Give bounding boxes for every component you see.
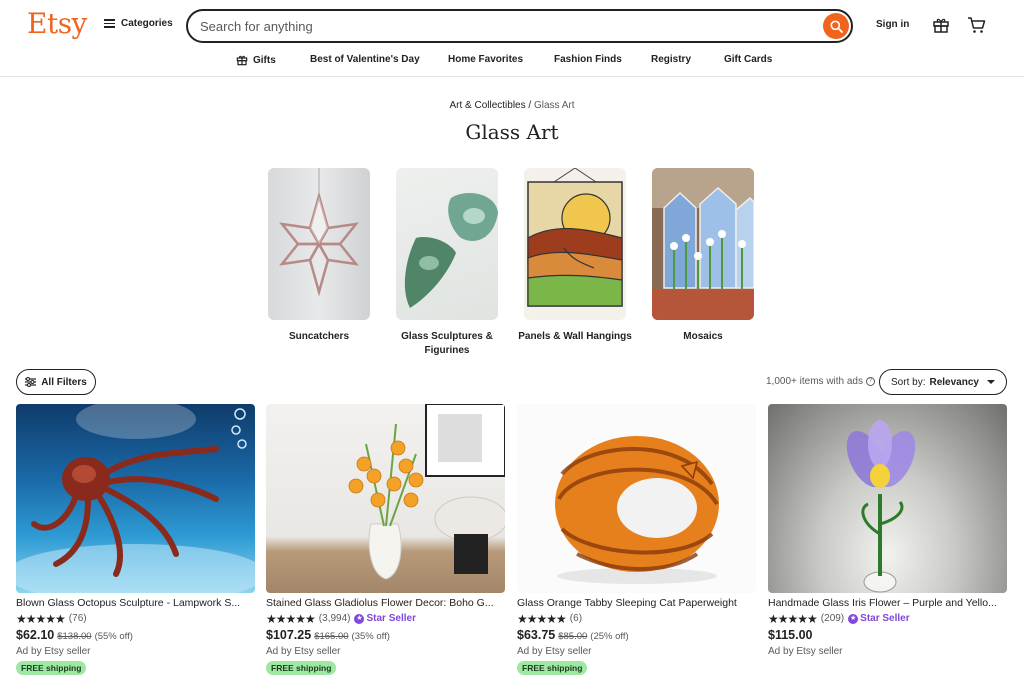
nav-gift-cards[interactable]: Gift Cards [724, 54, 772, 65]
breadcrumb: Art & Collectibles / Glass Art [0, 100, 1024, 111]
site-header: Etsy Categories Sign in [0, 0, 1024, 77]
discount: (35% off) [351, 631, 390, 642]
category-panels-wall-hangings[interactable]: Panels & Wall Hangings [518, 168, 632, 344]
categories-button[interactable]: Categories [104, 18, 173, 29]
review-count: (6) [569, 613, 583, 624]
star-rating: ★★★★★ [517, 611, 567, 626]
nav-valentines[interactable]: Best of Valentine's Day [310, 54, 420, 65]
all-filters-button[interactable]: All Filters [16, 369, 96, 395]
category-label: Mosaics [683, 331, 723, 342]
menu-icon [104, 19, 115, 28]
product-card[interactable]: Blown Glass Octopus Sculpture - Lampwork… [16, 404, 255, 676]
sale-price: $62.10 [16, 628, 55, 642]
nav-registry[interactable]: Registry [651, 54, 691, 65]
category-label: Glass Sculptures & Figurines [401, 331, 493, 356]
info-icon[interactable]: ? [866, 377, 875, 386]
discount: (25% off) [590, 631, 629, 642]
breadcrumb-current: Glass Art [533, 100, 575, 111]
original-price: $85.00 [558, 631, 588, 642]
product-title[interactable]: Handmade Glass Iris Flower – Purple and … [768, 597, 1007, 609]
category-mosaics[interactable]: Mosaics [652, 168, 754, 344]
free-shipping-badge: FREE shipping [16, 661, 87, 675]
product-card[interactable]: Stained Glass Gladiolus Flower Decor: Bo… [266, 404, 505, 676]
search-icon [830, 20, 843, 33]
price-row: $63.75 $85.00 (25% off) [517, 628, 756, 642]
review-count: (3,994) [318, 613, 351, 624]
sale-price: $107.25 [266, 628, 312, 642]
price-row: $115.00 [768, 628, 1007, 642]
product-title[interactable]: Glass Orange Tabby Sleeping Cat Paperwei… [517, 597, 756, 609]
product-title[interactable]: Blown Glass Octopus Sculpture - Lampwork… [16, 597, 255, 609]
star-seller-badge: ★ Star Seller [848, 613, 910, 624]
breadcrumb-parent[interactable]: Art & Collectibles [449, 100, 525, 111]
star-seller-icon: ★ [354, 613, 365, 624]
star-rating: ★★★★★ [266, 611, 316, 626]
category-image [524, 168, 626, 320]
rating-row: ★★★★★ (6) [517, 611, 756, 626]
rating-row: ★★★★★ (3,994) ★ Star Seller [266, 611, 505, 626]
price-row: $107.25 $165.00 (35% off) [266, 628, 505, 642]
search-button[interactable] [823, 13, 849, 39]
star-seller-icon: ★ [848, 613, 859, 624]
star-rating: ★★★★★ [768, 611, 818, 626]
category-label: Suncatchers [288, 331, 350, 342]
product-image [16, 404, 255, 593]
product-image [266, 404, 505, 593]
review-count: (76) [68, 613, 87, 624]
free-shipping-badge: FREE shipping [517, 661, 588, 675]
original-price: $138.00 [57, 631, 92, 642]
ad-label: Ad by Etsy seller [16, 646, 91, 657]
result-count: 1,000+ items with ads ? [766, 376, 875, 387]
sign-in-link[interactable]: Sign in [876, 19, 909, 30]
review-count: (209) [820, 613, 845, 624]
rating-row: ★★★★★ (209) ★ Star Seller [768, 611, 1007, 626]
product-image [768, 404, 1007, 593]
all-filters-label: All Filters [41, 376, 87, 388]
gift-icon [236, 55, 248, 66]
gift-icon[interactable] [932, 16, 950, 39]
free-shipping-badge: FREE shipping [266, 661, 337, 675]
category-image [652, 168, 754, 320]
search-input[interactable] [200, 17, 800, 35]
product-card[interactable]: Handmade Glass Iris Flower – Purple and … [768, 404, 1007, 657]
category-image [396, 168, 498, 320]
category-glass-sculptures[interactable]: Glass Sculptures & Figurines [396, 168, 498, 358]
product-image [517, 404, 756, 593]
rating-row: ★★★★★ (76) [16, 611, 255, 626]
filter-icon [25, 377, 37, 387]
sale-price: $115.00 [768, 628, 813, 642]
top-nav: Gifts Best of Valentine's Day Home Favor… [0, 52, 1024, 68]
category-image [268, 168, 370, 320]
ad-label: Ad by Etsy seller [768, 646, 843, 657]
price-row: $62.10 $138.00 (55% off) [16, 628, 255, 642]
product-card[interactable]: Glass Orange Tabby Sleeping Cat Paperwei… [517, 404, 756, 676]
product-title[interactable]: Stained Glass Gladiolus Flower Decor: Bo… [266, 597, 505, 609]
search-bar [186, 9, 853, 43]
nav-fashion-finds[interactable]: Fashion Finds [554, 54, 622, 65]
breadcrumb-separator: / [528, 100, 532, 111]
sort-prefix: Sort by: [891, 376, 926, 388]
nav-gifts[interactable]: Gifts [236, 54, 276, 66]
categories-label: Categories [121, 18, 173, 29]
star-seller-badge: ★ Star Seller [354, 613, 416, 624]
page-title: Glass Art [465, 120, 559, 144]
star-rating: ★★★★★ [16, 611, 66, 626]
category-suncatchers[interactable]: Suncatchers [268, 168, 370, 344]
sale-price: $63.75 [517, 628, 556, 642]
nav-home-favorites[interactable]: Home Favorites [448, 54, 523, 65]
category-label: Panels & Wall Hangings [518, 331, 632, 342]
discount: (55% off) [94, 631, 133, 642]
cart-icon[interactable] [967, 16, 986, 39]
etsy-logo[interactable]: Etsy [27, 7, 87, 40]
caret-down-icon [986, 380, 995, 384]
sort-value: Relevancy [929, 376, 979, 388]
sort-dropdown[interactable]: Sort by: Relevancy [879, 369, 1007, 395]
original-price: $165.00 [314, 631, 349, 642]
ad-label: Ad by Etsy seller [266, 646, 341, 657]
ad-label: Ad by Etsy seller [517, 646, 592, 657]
